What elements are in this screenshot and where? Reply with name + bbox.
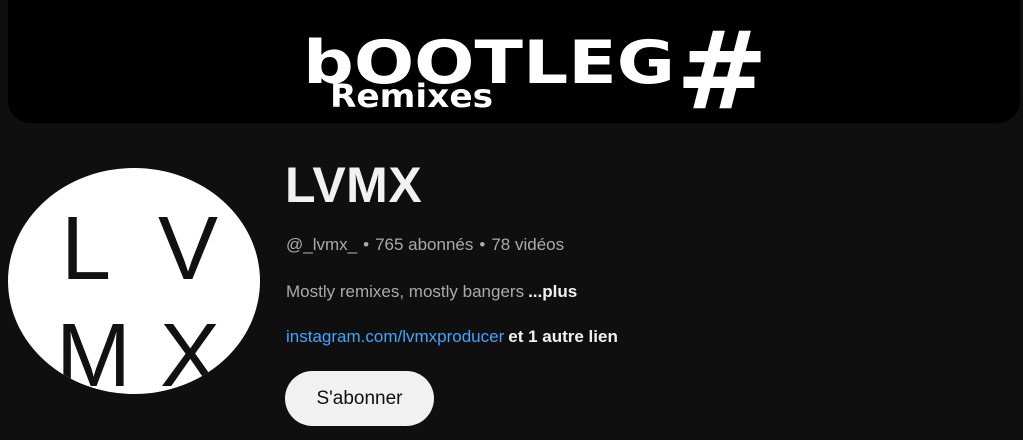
avatar-letter-x: X [160,306,221,394]
video-count: 78 vidéos [491,235,565,254]
channel-description[interactable]: Mostly remixes, mostly bangers ...plus [286,282,577,302]
channel-links: instagram.com/lvmxproducer et 1 autre lie… [286,327,618,347]
meta-separator: • [363,235,370,254]
logo-sub-text: Remixes [330,77,493,115]
channel-handle: @_lvmx_ [286,235,358,254]
bootleg-remixes-logo: bOOTLEG # Remixes [303,9,768,123]
avatar-letter-l: L [60,199,112,299]
description-text: Mostly remixes, mostly bangers [286,282,525,301]
avatar-letter-v: V [158,199,219,299]
subscriber-count: 765 abonnés [375,235,474,254]
channel-name: LVMX [285,157,423,213]
channel-banner: bOOTLEG # Remixes [8,0,1020,123]
subscribe-button[interactable]: S'abonner [285,371,434,426]
meta-separator: • [479,235,486,254]
channel-avatar[interactable]: L V M X [8,168,260,394]
logo-hash-text: # [676,9,768,123]
more-button[interactable]: ...plus [528,282,577,301]
channel-meta: @_lvmx_ • 765 abonnés • 78 vidéos [286,235,564,255]
other-links-button[interactable]: et 1 autre lien [508,327,618,346]
instagram-link[interactable]: instagram.com/lvmxproducer [286,327,504,346]
avatar-letter-m: M [56,306,131,394]
